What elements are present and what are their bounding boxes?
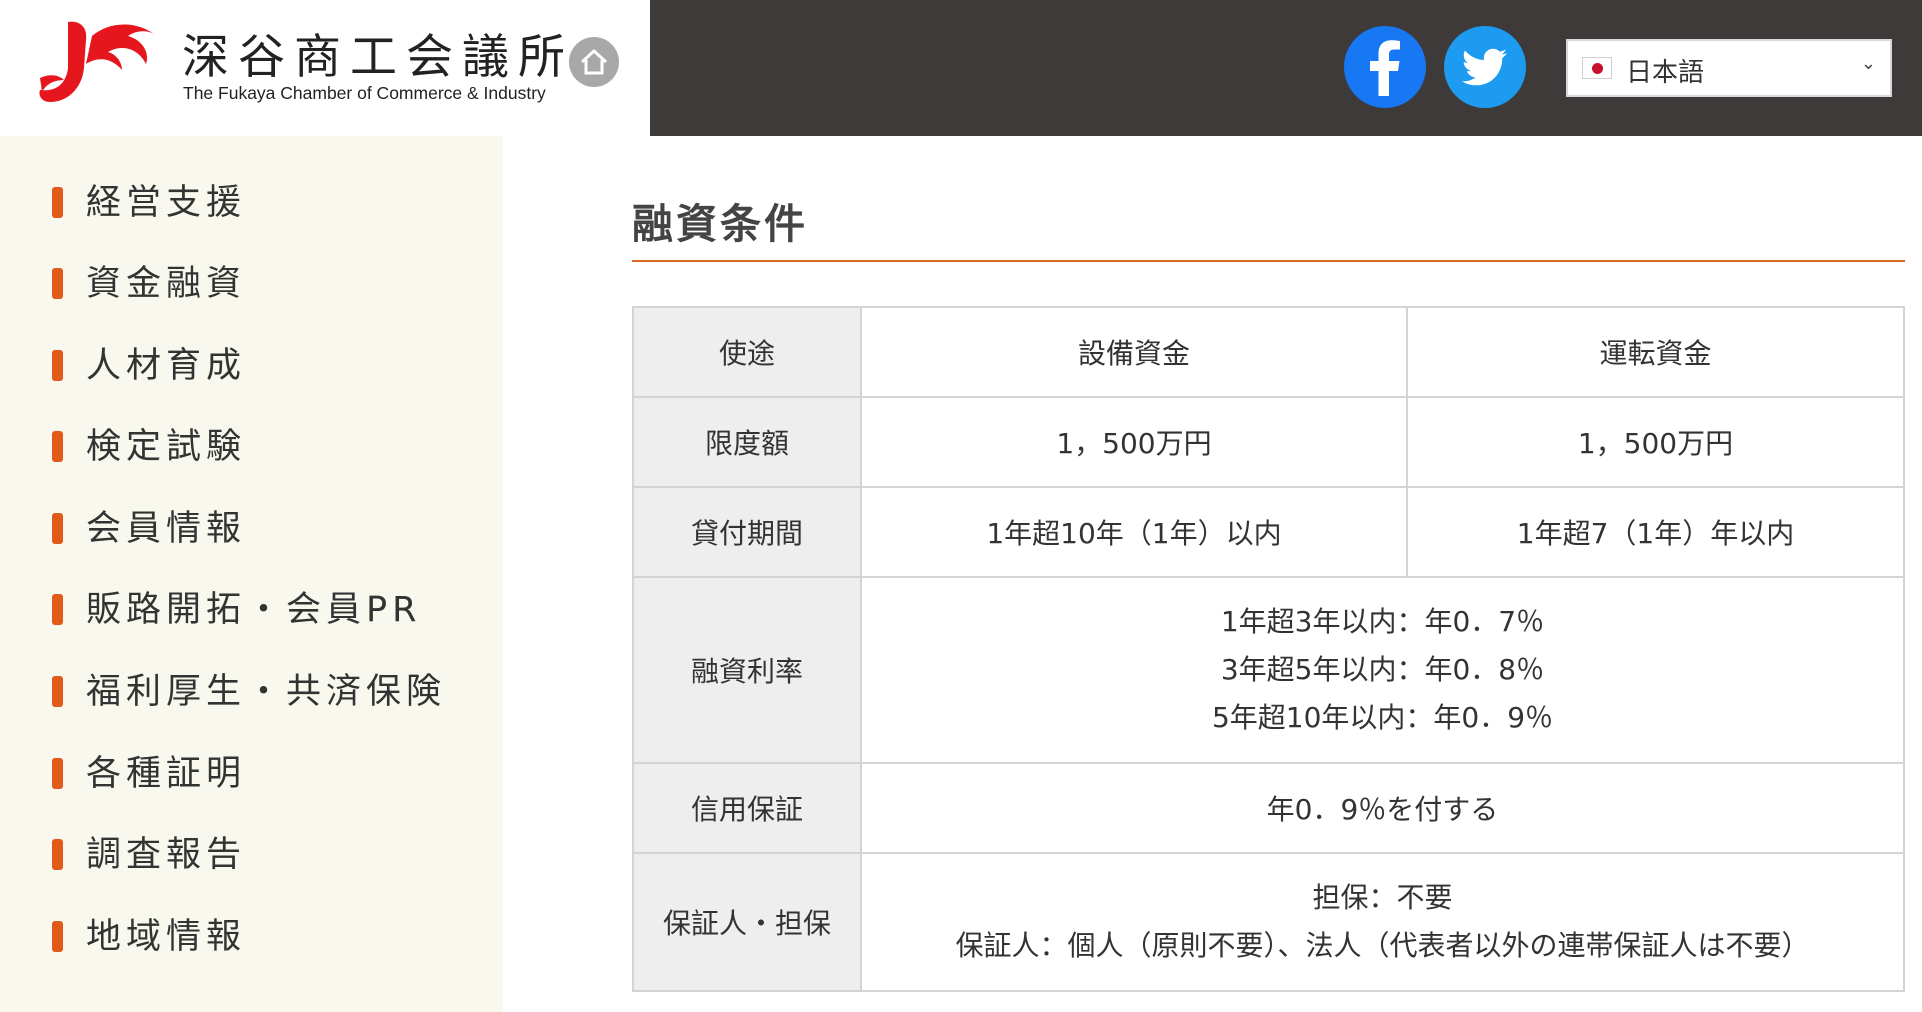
facebook-link[interactable] <box>1344 26 1426 108</box>
table-cell: 1，500万円 <box>860 396 1408 488</box>
table-cell: 1，500万円 <box>1406 396 1905 488</box>
logo-subtitle: The Fukaya Chamber of Commerce & Industr… <box>183 83 546 103</box>
table-row: 信用保証 年0．9％を付する <box>632 762 1905 854</box>
table-cell: 設備資金 <box>860 306 1408 398</box>
table-cell: 年0．9％を付する <box>860 762 1905 854</box>
loan-conditions-table: 使途 設備資金 運転資金 限度額 1，500万円 1，500万円 貸付期間 1年… <box>632 306 1905 992</box>
table-row: 融資利率 1年超3年以内：年0．7％ 3年超5年以内：年0．8％ 5年超10年以… <box>632 576 1905 764</box>
table-cell: 担保：不要 保証人：個人（原則不要）、法人（代表者以外の連帯保証人は不要） <box>860 852 1905 992</box>
bullet-marker <box>52 921 63 952</box>
sidebar-item-label: 経営支援 <box>86 183 247 223</box>
sidebar-item-label: 福利厚生・共済保険 <box>86 672 447 712</box>
sidebar-item-label: 各種証明 <box>86 754 247 794</box>
table-row: 保証人・担保 担保：不要 保証人：個人（原則不要）、法人（代表者以外の連帯保証人… <box>632 852 1905 992</box>
logo-area[interactable]: 深谷商工会議所 The Fukaya Chamber of Commerce &… <box>0 0 650 136</box>
table-cell: 運転資金 <box>1406 306 1905 398</box>
chamber-logo-icon <box>39 21 154 102</box>
rate-line: 5年超10年以内：年0．9％ <box>1211 701 1554 734</box>
bullet-marker <box>52 431 63 462</box>
rate-line: 1年超3年以内：年0．7％ <box>1220 605 1545 638</box>
bullet-marker <box>52 513 63 544</box>
title-divider <box>632 260 1905 262</box>
row-header-period: 貸付期間 <box>632 486 862 578</box>
table-cell: 1年超3年以内：年0．7％ 3年超5年以内：年0．8％ 5年超10年以内：年0．… <box>860 576 1905 764</box>
sidebar-item-label: 会員情報 <box>86 509 247 549</box>
facebook-icon <box>1370 40 1400 96</box>
japan-flag-icon <box>1582 57 1612 79</box>
language-select[interactable]: 日本語 ⌄ <box>1566 39 1892 97</box>
home-button[interactable] <box>569 37 619 87</box>
page-title: 融資条件 <box>632 200 808 248</box>
guarantor-line: 担保：不要 <box>1312 881 1453 914</box>
bullet-marker <box>52 187 63 218</box>
logo-title: 深谷商工会議所 <box>182 30 574 85</box>
bullet-marker <box>52 594 63 625</box>
bullet-marker <box>52 268 63 299</box>
bullet-marker <box>52 758 63 789</box>
bullet-marker <box>52 839 63 870</box>
bullet-marker <box>52 676 63 707</box>
row-header-credit: 信用保証 <box>632 762 862 854</box>
sidebar-item-label: 調査報告 <box>86 835 247 875</box>
guarantor-line: 保証人：個人（原則不要）、法人（代表者以外の連帯保証人は不要） <box>955 929 1810 962</box>
language-selected: 日本語 <box>1626 58 1705 88</box>
chevron-down-icon: ⌄ <box>1860 53 1876 74</box>
row-header-limit: 限度額 <box>632 396 862 488</box>
row-header-rate: 融資利率 <box>632 576 862 764</box>
table-row: 使途 設備資金 運転資金 <box>632 306 1905 398</box>
row-header-usage: 使途 <box>632 306 862 398</box>
twitter-link[interactable] <box>1444 26 1526 108</box>
rate-line: 3年超5年以内：年0．8％ <box>1220 653 1545 686</box>
twitter-icon <box>1462 48 1507 86</box>
sidebar-item-label: 資金融資 <box>86 264 247 304</box>
table-cell: 1年超7（1年）年以内 <box>1406 486 1905 578</box>
row-header-guarantor: 保証人・担保 <box>632 852 862 992</box>
sidebar: 経営支援 資金融資 人材育成 検定試験 会員情報 販路開拓・会員PR 福利厚生・… <box>0 136 503 1012</box>
table-cell: 1年超10年（1年）以内 <box>860 486 1408 578</box>
sidebar-item-label: 検定試験 <box>86 427 247 467</box>
sidebar-item-label: 人材育成 <box>86 346 247 386</box>
sidebar-item-label: 販路開拓・会員PR <box>86 590 422 630</box>
sidebar-item-label: 地域情報 <box>86 917 247 957</box>
bullet-marker <box>52 350 63 381</box>
home-icon <box>580 49 608 75</box>
table-row: 貸付期間 1年超10年（1年）以内 1年超7（1年）年以内 <box>632 486 1905 578</box>
table-row: 限度額 1，500万円 1，500万円 <box>632 396 1905 488</box>
